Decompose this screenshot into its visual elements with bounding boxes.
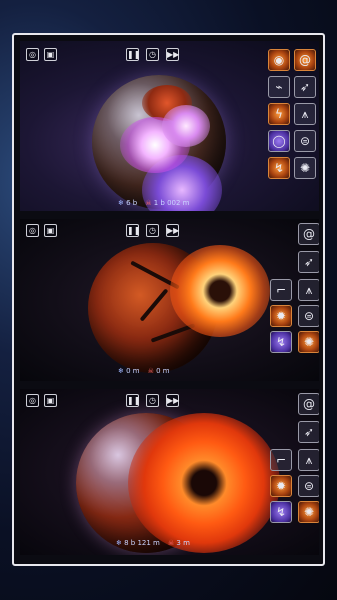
stats-bar: ❄ 8 b 121 m ☠ 3 m [116, 539, 190, 547]
image-icon[interactable]: ▣ [44, 224, 57, 237]
image-icon[interactable]: ▣ [44, 394, 57, 407]
missile-icon[interactable]: ➶ [298, 421, 319, 443]
hook-icon[interactable]: ⌐ [270, 279, 292, 301]
laser-icon[interactable]: ⌁ [268, 76, 290, 98]
screenshot-panel-3: ◎ ▣ ❚❚ ◷ ▶▶ @ ➶ ⌐ ⩚ ✹ ⊜ ↯ ✺ ❄ 8 b 121 m … [20, 389, 319, 555]
clock-icon[interactable]: ◷ [146, 224, 159, 237]
image-icon[interactable]: ▣ [44, 48, 57, 61]
deaths-value: 0 m [156, 367, 170, 375]
population-icon: ❄ [116, 539, 122, 547]
stats-bar: ❄ 6 b ☠ 1 b 002 m [118, 199, 190, 207]
planet[interactable] [92, 75, 226, 211]
electric-icon[interactable]: ↯ [270, 501, 292, 523]
skull-icon: ☠ [145, 199, 152, 207]
app-frame: ◎ ▣ ❚❚ ◷ ▶▶ ◉ @ ⌁ ➶ ϟ ⩚ ◯ ⊜ ↯ ✺ ❄ 6 b ☠ … [12, 33, 325, 566]
population-icon: ❄ [118, 367, 124, 375]
hook-icon[interactable]: ⌐ [270, 449, 292, 471]
population-value: 6 b [126, 199, 138, 207]
fast-forward-icon[interactable]: ▶▶ [166, 394, 179, 407]
spiral-galaxy-icon[interactable]: @ [298, 223, 319, 245]
fireball-icon[interactable]: ✹ [270, 305, 292, 327]
spiral-galaxy-icon[interactable]: @ [294, 49, 316, 71]
population-icon: ❄ [118, 199, 124, 207]
ring-icon[interactable]: ◯ [268, 130, 290, 152]
lightning-icon[interactable]: ϟ [268, 103, 290, 125]
crack [139, 288, 169, 322]
electric-icon[interactable]: ↯ [270, 331, 292, 353]
missile-icon[interactable]: ➶ [298, 251, 319, 273]
ufo-icon[interactable]: ⊜ [298, 475, 319, 497]
spikes-icon[interactable]: ⩚ [298, 279, 319, 301]
screenshot-panel-2: ◎ ▣ ❚❚ ◷ ▶▶ @ ➶ ⌐ ⩚ ✹ ⊜ ↯ ✺ ❄ 0 m ☠ 0 m [20, 219, 319, 381]
alien-icon[interactable]: ✺ [298, 501, 319, 523]
target-icon[interactable]: ◎ [26, 48, 39, 61]
impact-explosion [128, 413, 280, 553]
alien-icon[interactable]: ✺ [294, 157, 316, 179]
clock-icon[interactable]: ◷ [146, 394, 159, 407]
spikes-icon[interactable]: ⩚ [294, 103, 316, 125]
target-icon[interactable]: ◎ [26, 224, 39, 237]
target-icon[interactable]: ◎ [26, 394, 39, 407]
alien-icon[interactable]: ✺ [298, 331, 319, 353]
screenshot-panel-1: ◎ ▣ ❚❚ ◷ ▶▶ ◉ @ ⌁ ➶ ϟ ⩚ ◯ ⊜ ↯ ✺ ❄ 6 b ☠ … [20, 41, 319, 211]
skull-icon: ☠ [147, 367, 154, 375]
missile-icon[interactable]: ➶ [294, 76, 316, 98]
population-value: 0 m [126, 367, 140, 375]
ufo-icon[interactable]: ⊜ [298, 305, 319, 327]
spikes-icon[interactable]: ⩚ [298, 449, 319, 471]
deaths-value: 1 b 002 m [153, 199, 190, 207]
fireball-icon[interactable]: ✹ [270, 475, 292, 497]
pause-icon[interactable]: ❚❚ [126, 48, 140, 61]
plasma-burst [162, 105, 210, 147]
electric-icon[interactable]: ↯ [268, 157, 290, 179]
fast-forward-icon[interactable]: ▶▶ [166, 224, 179, 237]
population-value: 8 b 121 m [124, 539, 160, 547]
pause-icon[interactable]: ❚❚ [126, 394, 140, 407]
clock-icon[interactable]: ◷ [146, 48, 159, 61]
deaths-value: 3 m [176, 539, 190, 547]
stats-bar: ❄ 0 m ☠ 0 m [118, 367, 170, 375]
spiral-galaxy-icon[interactable]: @ [298, 393, 319, 415]
ufo-icon[interactable]: ⊜ [294, 130, 316, 152]
impact-explosion [170, 245, 270, 337]
pause-icon[interactable]: ❚❚ [126, 224, 140, 237]
skull-icon: ☠ [167, 539, 175, 547]
black-hole-icon[interactable]: ◉ [268, 49, 290, 71]
fast-forward-icon[interactable]: ▶▶ [166, 48, 179, 61]
